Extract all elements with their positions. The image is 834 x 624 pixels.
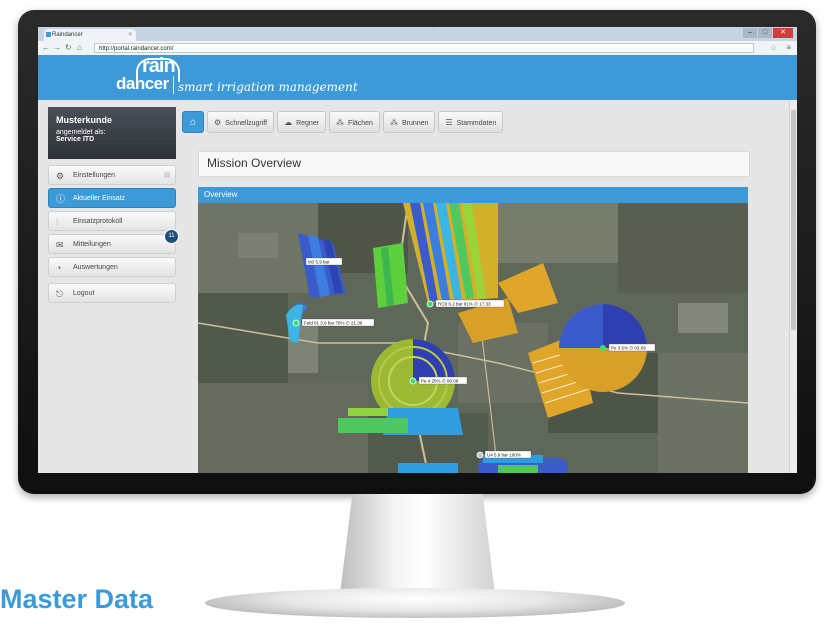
list-icon: ☰ xyxy=(445,118,453,127)
master-data-heading: Master Data xyxy=(0,584,154,614)
browser-tab-title: Raindancer xyxy=(52,32,83,38)
satellite-map[interactable]: M3 5.9 bar RO3 6.2 bar 91% ∅ 17.33 Feld … xyxy=(198,203,748,473)
sidebar-item-aktueller-einsatz[interactable]: ⓘ Aktueller Einsatz xyxy=(48,188,176,208)
app-tagline: smart irrigation management xyxy=(178,80,358,94)
gear-icon: ⚙ xyxy=(56,171,65,181)
tab-flaechen[interactable]: ⁂ Flächen xyxy=(329,111,380,133)
monitor-stand-base xyxy=(205,588,625,618)
gear-icon: ⚙ xyxy=(214,118,222,127)
home-button[interactable]: ⌂ xyxy=(182,111,204,133)
map-label: Pe 4 25% ∅ 08.06 xyxy=(421,379,459,384)
scrollbar-thumb[interactable] xyxy=(791,110,796,330)
browser-tab-strip: Raindancer × – □ ✕ xyxy=(38,27,797,41)
page-title-box: Mission Overview xyxy=(198,151,750,177)
logged-in-label: angemeldet als: xyxy=(56,129,106,136)
sidebar-item-label: Logout xyxy=(73,290,95,297)
toolbar-label: Flächen xyxy=(348,120,373,127)
toolbar-label: Stammdaten xyxy=(456,120,497,127)
window-controls: – □ ✕ xyxy=(743,28,793,39)
pie-chart-icon: ◔ xyxy=(56,263,62,273)
overview-panel-header: Overview xyxy=(198,187,748,203)
user-role: Service ITD xyxy=(56,136,95,143)
page-title: Mission Overview xyxy=(207,156,302,170)
address-bar: ← → ↻ ⌂ http://portal.raindancer.com/ ☆ … xyxy=(38,41,797,56)
logo-divider xyxy=(173,76,174,94)
back-icon[interactable]: ← xyxy=(42,43,50,52)
url-input[interactable]: http://portal.raindancer.com/ xyxy=(94,43,754,53)
monitor-stand-neck xyxy=(340,494,495,594)
tab-close-icon[interactable]: × xyxy=(128,29,132,41)
page-scrollbar[interactable] xyxy=(789,100,797,473)
browser-menu-icon[interactable]: ≡ xyxy=(786,43,791,52)
toolbar-label: Schnellzugriff xyxy=(225,120,268,127)
map-label: RO3 6.2 bar 91% ∅ 17.33 xyxy=(438,302,491,307)
tab-stammdaten[interactable]: ☰ Stammdaten xyxy=(438,111,504,133)
sidebar-item-einstellungen[interactable]: ⚙ Einstellungen ⊟ xyxy=(48,165,176,185)
map-label: M3 5.9 bar xyxy=(308,260,330,265)
sidebar-item-label: Einstellungen xyxy=(73,172,116,179)
tab-brunnen[interactable]: ⁂ Brunnen xyxy=(382,111,436,133)
monitor-screen: Raindancer × – □ ✕ ← → ↻ ⌂ http://portal… xyxy=(38,27,797,473)
grid-icon: ⁂ xyxy=(389,118,398,127)
browser-tab[interactable]: Raindancer × xyxy=(44,29,136,41)
logout-icon: ⎋ xyxy=(56,289,64,299)
sidebar-item-label: Einsatzprotokoll xyxy=(73,218,123,225)
sidebar-item-label: Aktueller Einsatz xyxy=(73,195,126,202)
map-label: U4 5.9 bar 100% xyxy=(487,453,521,458)
forward-icon[interactable]: → xyxy=(53,43,61,52)
home-icon[interactable]: ⌂ xyxy=(77,43,82,52)
favicon-icon xyxy=(46,32,51,37)
sidebar-item-label: Auswertungen xyxy=(73,264,118,271)
sidebar: ⚙ Einstellungen ⊟ ⓘ Aktueller Einsatz ⫶ … xyxy=(48,165,179,306)
maximize-button[interactable]: □ xyxy=(758,28,772,38)
sidebar-item-logout[interactable]: ⎋ Logout xyxy=(48,283,176,303)
sliders-icon: ⫶ xyxy=(56,217,59,227)
map-label: Pe 3 5% ∅ 03.09 xyxy=(611,346,646,351)
reload-icon[interactable]: ↻ xyxy=(65,43,72,52)
bookmark-star-icon[interactable]: ☆ xyxy=(770,43,777,52)
minimize-button[interactable]: – xyxy=(743,28,757,38)
sidebar-item-label: Mitteilungen xyxy=(73,241,111,248)
home-icon: ⌂ xyxy=(189,117,197,128)
app-header: rain dancer smart irrigation management xyxy=(38,55,797,100)
tab-regner[interactable]: ☁ Regner xyxy=(277,111,327,133)
toolbar-label: Brunnen xyxy=(401,120,429,127)
user-info-box: Musterkunde angemeldet als: Service ITD xyxy=(48,107,176,159)
toolbar-label: Regner xyxy=(296,120,320,127)
map-svg: M3 5.9 bar RO3 6.2 bar 91% ∅ 17.33 Feld … xyxy=(198,203,748,473)
notification-badge: 11 xyxy=(164,229,179,244)
sidebar-item-auswertungen[interactable]: ◔ Auswertungen xyxy=(48,257,176,277)
grid-icon: ⁂ xyxy=(336,118,345,127)
collapse-icon[interactable]: ⊟ xyxy=(164,166,170,186)
sidebar-item-einsatzprotokoll[interactable]: ⫶ Einsatzprotokoll xyxy=(48,211,176,231)
mail-icon: ✉ xyxy=(56,240,64,250)
main-toolbar: ⌂ ⚙ Schnellzugriff ☁ Regner ⁂ Flächen ⁂ Brun… xyxy=(182,111,504,133)
user-name: Musterkunde xyxy=(56,115,113,125)
sprinkler-icon: ☁ xyxy=(284,118,293,127)
logo-dancer-text: dancer xyxy=(116,74,169,93)
map-label: Feld 01 3.9 bar 76% ∅ 21.30 xyxy=(304,321,363,326)
sidebar-item-mitteilungen[interactable]: ✉ Mitteilungen 11 xyxy=(48,229,179,254)
close-window-button[interactable]: ✕ xyxy=(773,28,793,38)
info-icon: ⓘ xyxy=(56,194,66,204)
tab-schnellzugriff[interactable]: ⚙ Schnellzugriff xyxy=(207,111,275,133)
